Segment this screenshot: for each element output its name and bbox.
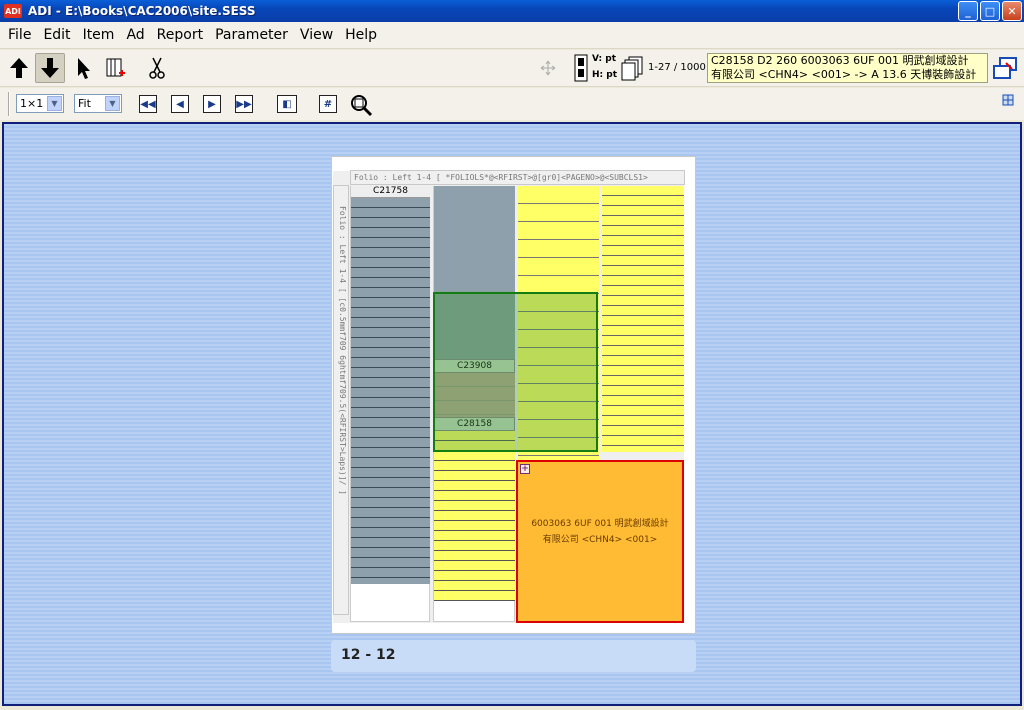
selected-ad-box[interactable]: + 6003063 6UF 001 明武創域設計有限公司 <CHN4> <001… [516, 460, 684, 623]
hash-icon: # [323, 98, 333, 110]
column-4[interactable] [602, 186, 684, 452]
menu-parameter[interactable]: Parameter [209, 27, 294, 43]
selection-highlight[interactable] [433, 292, 598, 452]
menu-edit[interactable]: Edit [37, 27, 76, 43]
app-logo-icon: ADI [4, 4, 22, 18]
spread-view-button[interactable]: ◧ [277, 95, 297, 113]
menu-view[interactable]: View [294, 27, 339, 43]
chevron-down-icon: ▼ [105, 96, 120, 111]
grid-layout-select[interactable]: 1×1 ▼ [16, 94, 64, 113]
last-page-icon: ▶▶ [236, 98, 252, 110]
book-spread-icon: ◧ [282, 98, 292, 110]
info-line-2: 有限公司 <CHN4> <001> -> A 13.6 天博裝飾設計 [711, 68, 977, 81]
menu-help[interactable]: Help [339, 27, 383, 43]
pointer-icon [78, 58, 90, 79]
arrow-up-icon [10, 58, 28, 78]
page-canvas[interactable]: Folio : Left 1-4 [ *FOLIOLS*@<RFIRST>@[g… [2, 122, 1022, 706]
menu-item[interactable]: Item [77, 27, 121, 43]
folio-side-text: Folio : Left 1-4 [ [c0.5mmf709 6ghtmf709… [338, 206, 347, 495]
menu-file[interactable]: File [2, 27, 37, 43]
toolbar-grip[interactable] [8, 92, 10, 116]
move-down-button[interactable] [35, 53, 65, 83]
menu-report[interactable]: Report [151, 27, 209, 43]
page-number-label: 12 - 12 [341, 647, 396, 663]
select-pointer-button[interactable] [68, 53, 98, 83]
grid-toggle-icon[interactable] [1002, 94, 1014, 109]
ad-header-c21758: C21758 [351, 186, 430, 198]
filmstrip-icon [574, 54, 588, 85]
page-sheet[interactable]: Folio : Left 1-4 [ *FOLIOLS*@<RFIRST>@[g… [331, 156, 696, 634]
page-count: 1-27 / 1000 [648, 62, 706, 73]
cut-button[interactable] [142, 53, 172, 83]
title-bar: ADI ADI - E:\Books\CAC2006\site.SESS _ □… [0, 0, 1024, 22]
selected-ad-info: C28158 D2 260 6003063 6UF 001 明武創域設計 有限公… [707, 53, 988, 83]
first-page-button[interactable]: ◀◀ [139, 95, 157, 113]
window-switch-icon[interactable] [992, 55, 1018, 84]
previous-page-button[interactable]: ◀ [171, 95, 189, 113]
column-add-icon [106, 58, 125, 77]
ad-block-grey-top[interactable] [434, 186, 515, 291]
folio-top-bar: Folio : Left 1-4 [ *FOLIOLS*@<RFIRST>@[g… [350, 170, 685, 185]
goto-page-button[interactable]: # [319, 95, 337, 113]
horizontal-unit-label: H: pt [592, 70, 618, 80]
next-page-icon: ▶ [208, 98, 216, 110]
grid-layout-value: 1×1 [20, 97, 44, 110]
menu-bar: File Edit Item Ad Report Parameter View … [0, 22, 1024, 49]
ad-content-text: 6003063 6UF 001 明武創域設計有限公司 <CHN4> <001> [531, 519, 669, 545]
zoom-search-button[interactable] [349, 93, 373, 120]
folio-side-bar: Folio : Left 1-4 [ [c0.5mmf709 6ghtmf709… [333, 185, 349, 615]
ad-block-yellow-2[interactable] [434, 431, 515, 601]
previous-page-icon: ◀ [176, 98, 184, 110]
window-title: ADI - E:\Books\CAC2006\site.SESS [28, 4, 256, 18]
first-page-icon: ◀◀ [140, 98, 156, 110]
info-line-1: C28158 D2 260 6003063 6UF 001 明武創域設計 [711, 54, 969, 67]
minimize-button[interactable]: _ [958, 1, 978, 21]
navigation-toolbar: 1×1 ▼ Fit ▼ ◀◀ ◀ ▶ ▶▶ ◧ # [0, 88, 1024, 120]
arrow-down-icon [41, 58, 59, 78]
chevron-down-icon: ▼ [47, 96, 62, 111]
move-up-button[interactable] [4, 53, 34, 83]
expand-plus-icon[interactable]: + [520, 464, 530, 474]
scissors-icon [149, 57, 165, 79]
last-page-button[interactable]: ▶▶ [235, 95, 253, 113]
ad-label-c21758: C21758 [373, 186, 408, 196]
close-button[interactable]: ✕ [1002, 1, 1022, 21]
magnifier-icon [351, 95, 373, 117]
ad-block-grey[interactable] [351, 198, 430, 584]
add-column-button[interactable] [100, 53, 130, 83]
pages-icon[interactable] [621, 55, 645, 84]
page-footer: 12 - 12 [331, 640, 696, 672]
zoom-select[interactable]: Fit ▼ [74, 94, 122, 113]
maximize-button[interactable]: □ [980, 1, 1000, 21]
vertical-unit-label: V: pt [592, 54, 617, 64]
zoom-value: Fit [78, 97, 91, 110]
menu-ad[interactable]: Ad [120, 27, 150, 43]
move-handle-icon [540, 60, 556, 79]
next-page-button[interactable]: ▶ [203, 95, 221, 113]
